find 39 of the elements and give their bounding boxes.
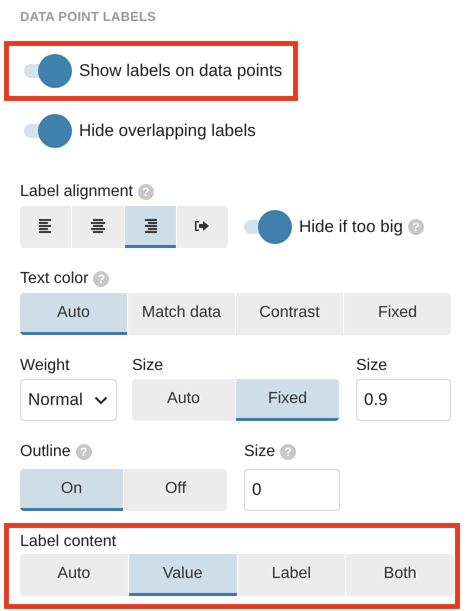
right-align-button[interactable] xyxy=(124,206,176,248)
segment-button[interactable]: On xyxy=(20,469,123,511)
segment-button[interactable]: Auto xyxy=(132,379,235,421)
segment-button[interactable]: Auto xyxy=(20,293,127,335)
segment-button[interactable]: Fixed xyxy=(344,293,451,335)
toggle-switch[interactable] xyxy=(244,210,294,244)
toggle-switch[interactable] xyxy=(24,54,74,88)
field-label: Size xyxy=(244,443,276,461)
align-center-icon xyxy=(90,218,106,232)
segment-button[interactable]: Contrast xyxy=(236,293,343,335)
center-align-button[interactable] xyxy=(72,206,124,248)
field-label: Text color xyxy=(20,270,88,288)
left-align-button[interactable] xyxy=(20,206,72,248)
exit-arrow-icon xyxy=(194,218,210,232)
segment-button[interactable]: Label xyxy=(238,554,346,596)
segment-button[interactable]: Auto xyxy=(20,554,128,596)
field-label: Weight xyxy=(20,357,71,375)
weight-dropdown[interactable]: Normal xyxy=(20,379,117,421)
segment-button[interactable]: Value xyxy=(128,554,236,596)
align-right-icon xyxy=(142,218,158,232)
segment-button[interactable]: Off xyxy=(124,469,227,511)
toggle-label: Hide overlapping labels xyxy=(79,121,256,141)
toggle-switch[interactable] xyxy=(24,114,74,148)
outside-align-button[interactable] xyxy=(176,206,228,248)
align-left-icon xyxy=(38,218,54,232)
field-label: Label alignment xyxy=(20,183,133,201)
field-label: Size xyxy=(132,357,164,375)
field-label: Outline xyxy=(20,443,71,461)
segment-button[interactable]: Match data xyxy=(128,293,235,335)
field-label: Size xyxy=(356,357,388,375)
field-label: Label content xyxy=(20,533,118,551)
toggle-label: Hide if too big xyxy=(299,217,403,237)
size-input[interactable]: 0.9 xyxy=(356,379,451,421)
toggle-label: Show labels on data points xyxy=(79,61,282,81)
size-input[interactable]: 0 xyxy=(244,469,340,511)
segment-button[interactable]: Fixed xyxy=(236,379,339,421)
segment-button[interactable]: Both xyxy=(346,554,454,596)
section-heading: DATA POINT LABELS xyxy=(20,9,158,26)
chevron-down-icon xyxy=(94,396,108,404)
